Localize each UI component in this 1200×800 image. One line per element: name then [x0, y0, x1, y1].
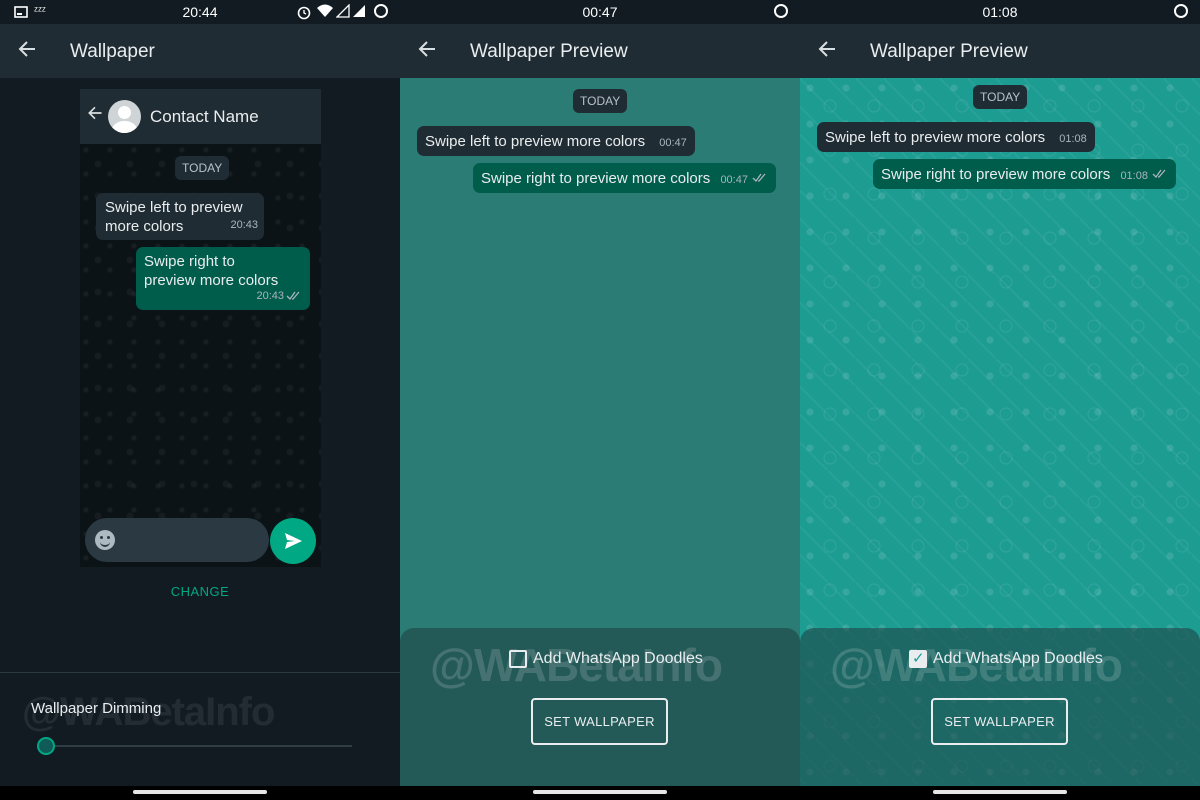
bottom-sheet: @WABetaInfo Add WhatsApp Doodles SET WAL…: [400, 628, 800, 786]
signal-icon: [352, 4, 366, 21]
outgoing-message: Swipe right to preview more colors 01:08: [873, 159, 1177, 189]
doodles-label[interactable]: Add WhatsApp Doodles: [933, 650, 1103, 668]
message-input: [85, 518, 269, 562]
app-bar: Wallpaper Preview: [400, 24, 800, 78]
wallpaper-dimming-label: Wallpaper Dimming: [31, 700, 162, 717]
home-pill[interactable]: [933, 790, 1067, 794]
day-chip: TODAY: [573, 89, 628, 113]
message-text: Swipe right to: [144, 253, 235, 270]
double-check-icon: [286, 287, 302, 306]
wallpaper-settings-screen: ᶻᶻᶻ 20:44 Wallpaper Contact Name TODAY S…: [0, 0, 400, 800]
chat-header: Contact Name: [80, 89, 321, 144]
home-pill[interactable]: [533, 790, 667, 794]
alarm-icon: [296, 4, 312, 23]
send-button: [270, 518, 316, 564]
change-wallpaper-button[interactable]: CHANGE: [0, 584, 400, 599]
status-time: 00:47: [582, 4, 618, 20]
incoming-message: Swipe left to preview more colors 20:43: [96, 193, 264, 240]
smiley-icon: [95, 530, 115, 550]
incoming-message: Swipe left to preview more colors 01:08: [817, 122, 1095, 152]
message-time: 01:08: [1059, 133, 1087, 145]
message-text: Swipe right to preview more colors: [481, 170, 711, 187]
wallpaper-preview-screen-doodles: 01:08 Wallpaper Preview TODAY Swipe left…: [800, 0, 1200, 800]
page-title: Wallpaper Preview: [870, 41, 1028, 62]
status-time: 01:08: [982, 4, 1018, 20]
arrow-left-icon: [86, 104, 104, 127]
day-chip: TODAY: [973, 85, 1028, 109]
app-bar: Wallpaper: [0, 24, 400, 78]
message-time: 20:43: [230, 219, 258, 231]
arrow-left-icon[interactable]: [814, 38, 840, 64]
dimming-slider[interactable]: [46, 745, 352, 747]
message-text: Swipe left to preview more colors: [425, 133, 646, 150]
message-text: Swipe left to preview: [105, 199, 243, 216]
contact-name: Contact Name: [150, 107, 259, 126]
wallpaper-preview-screen-solid: 00:47 Wallpaper Preview TODAY Swipe left…: [400, 0, 800, 800]
day-chip: TODAY: [175, 156, 230, 180]
arrow-left-icon[interactable]: [14, 38, 40, 64]
message-text: more colors 20:43: [105, 218, 258, 235]
check-icon: ✓: [912, 650, 925, 667]
status-bar: ᶻᶻᶻ 20:44: [0, 0, 400, 24]
incoming-message: Swipe left to preview more colors 00:47: [417, 126, 695, 156]
moon-icon[interactable]: [37, 737, 55, 755]
set-wallpaper-button[interactable]: SET WALLPAPER: [931, 698, 1068, 745]
message-time: 01:08: [1120, 170, 1148, 182]
message-text: Swipe right to preview more colors: [881, 166, 1111, 183]
circle-icon: [774, 4, 788, 18]
status-bar: 00:47: [400, 0, 800, 24]
send-icon: [283, 531, 303, 556]
message-time: 00:47: [659, 137, 687, 149]
doodles-label[interactable]: Add WhatsApp Doodles: [533, 650, 703, 668]
wifi-icon: [316, 4, 334, 21]
wallpaper-preview-frame: Contact Name TODAY Swipe left to preview…: [80, 89, 321, 567]
circle-icon: [1174, 4, 1188, 18]
page-title: Wallpaper Preview: [470, 41, 628, 62]
double-check-icon: [752, 170, 768, 187]
doodles-checkbox[interactable]: [509, 650, 527, 668]
arrow-left-icon[interactable]: [414, 38, 440, 64]
circle-icon: [374, 4, 388, 18]
signal-icon: [335, 3, 350, 21]
outgoing-message: Swipe right to preview more colors 20:43: [136, 247, 310, 310]
message-text: Swipe left to preview more colors: [825, 129, 1046, 146]
avatar: [108, 100, 141, 133]
doodles-checkbox[interactable]: ✓: [909, 650, 927, 668]
set-wallpaper-button[interactable]: SET WALLPAPER: [531, 698, 668, 745]
outgoing-message: Swipe right to preview more colors 00:47: [473, 163, 777, 193]
double-check-icon: [1152, 166, 1168, 183]
home-pill[interactable]: [133, 790, 267, 794]
bottom-sheet: @WABetaInfo ✓ Add WhatsApp Doodles SET W…: [800, 628, 1200, 786]
app-bar: Wallpaper Preview: [800, 24, 1200, 78]
message-time: 20:43: [256, 290, 284, 302]
page-title: Wallpaper: [70, 41, 155, 62]
divider: [0, 672, 400, 673]
status-bar: 01:08: [800, 0, 1200, 24]
message-time: 00:47: [720, 174, 748, 186]
